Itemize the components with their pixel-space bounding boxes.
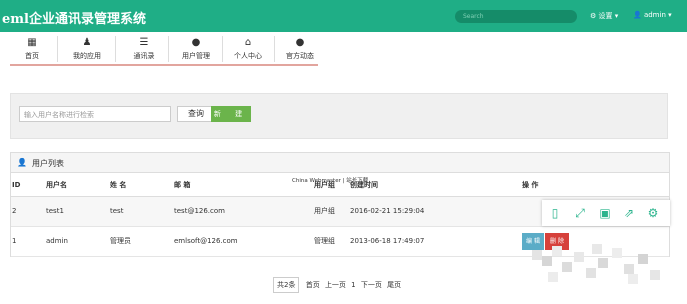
cell-id: 2 [11,196,45,227]
column-header-username: 用户名 [45,174,109,197]
home-icon: ⌂ [244,37,252,48]
save-icon[interactable]: ▣ [598,206,612,220]
pagination-first[interactable]: 首页 [306,281,320,289]
user-list-header: 👤 用户列表 [11,153,669,173]
cell-group: 用户组 [313,196,349,227]
share-icon[interactable]: ⇗ [622,206,636,220]
column-header-actions: 操 作 [521,174,669,197]
nav-item-label: 我的应用 [73,52,101,60]
nav-item-label: 首页 [25,52,39,60]
gear-icon[interactable]: ⚙ [646,206,660,220]
user-icon: 👤 [633,11,642,19]
user-app-icon: ♟ [82,37,92,48]
gear-icon: ⚙ [590,12,597,20]
column-header-created: 创建时间 [349,174,521,197]
cell-name: 管理员 [109,226,173,257]
nav-divider [57,36,58,62]
bookmark-icon[interactable]: ▯ [548,206,562,220]
comment-icon: ● [295,37,305,48]
nav-item-label: 用户管理 [182,52,210,60]
nav-item-personal-center[interactable]: ⌂ 个人中心 [222,32,274,64]
nav-item-my-apps[interactable]: ♟ 我的应用 [62,32,112,64]
nav-item-official-news[interactable]: ● 官方动态 [272,32,328,64]
floating-toolbar: ▯ ⤢ ▣ ⇗ ⚙ [542,200,670,226]
list-icon: ☰ [139,37,149,48]
nav-item-label: 官方动态 [286,52,314,60]
watermark-text: China Webmaster | 站长下载 [292,178,369,184]
nav-divider [168,36,169,62]
app-title: eml企业通讯录管理系统 [2,12,146,27]
user-search-input[interactable]: 输入用户名称进行检索 [19,106,171,122]
nav-item-home[interactable]: ▦ 首页 [10,32,54,64]
user-list-title: 用户列表 [32,159,64,168]
cell-created: 2013-06-18 17:49:07 [349,226,521,257]
pagination-total: 共2条 [273,277,300,293]
user-name-label: admin [643,11,666,19]
new-user-button[interactable]: 新 建 [211,106,251,122]
nav-item-contacts[interactable]: ☰ 通讯录 [118,32,170,64]
user-icon: ● [191,37,201,48]
user-menu[interactable]: 👤 admin ▾ [633,11,672,19]
pagination-current[interactable]: 1 [351,281,355,289]
pagination: 共2条 首页 上一页 1 下一页 尾页 [273,277,404,293]
cell-group: 管理组 [313,226,349,257]
settings-label: 设置 [598,12,613,20]
expand-icon[interactable]: ⤢ [573,206,587,220]
cell-email: emlsoft@126.com [173,226,313,257]
cell-username: test1 [45,196,109,227]
search-panel: 输入用户名称进行检索 查询 新 建 [10,93,668,139]
nav-item-user-management[interactable]: ● 用户管理 [170,32,222,64]
top-header: eml企业通讯录管理系统 Search ⚙ 设置 ▾ 👤 admin ▾ [0,0,687,32]
user-icon: 👤 [17,158,27,167]
grid-icon: ▦ [27,37,37,48]
chevron-down-icon: ▾ [614,12,619,20]
cell-id: 1 [11,226,45,257]
column-header-name: 姓 名 [109,174,173,197]
nav-item-label: 个人中心 [234,52,262,60]
cell-name: test [109,196,173,227]
chevron-down-icon: ▾ [668,11,672,19]
cell-email: test@126.com [173,196,313,227]
query-button[interactable]: 查询 [177,106,215,122]
settings-menu[interactable]: ⚙ 设置 ▾ [590,11,618,21]
pagination-prev[interactable]: 上一页 [325,281,346,289]
mosaic-overlay [528,240,668,288]
main-nav: ▦ 首页 ♟ 我的应用 ☰ 通讯录 ● 用户管理 ⌂ 个人中心 ● 官方动态 [10,32,318,66]
pagination-next[interactable]: 下一页 [361,281,382,289]
header-search-input[interactable]: Search [455,10,577,23]
cell-created: 2016-02-21 15:29:04 [349,196,521,227]
nav-divider [115,36,116,62]
pagination-last[interactable]: 尾页 [387,281,401,289]
cell-username: admin [45,226,109,257]
nav-item-label: 通讯录 [133,52,155,60]
column-header-id: ID [11,174,45,197]
